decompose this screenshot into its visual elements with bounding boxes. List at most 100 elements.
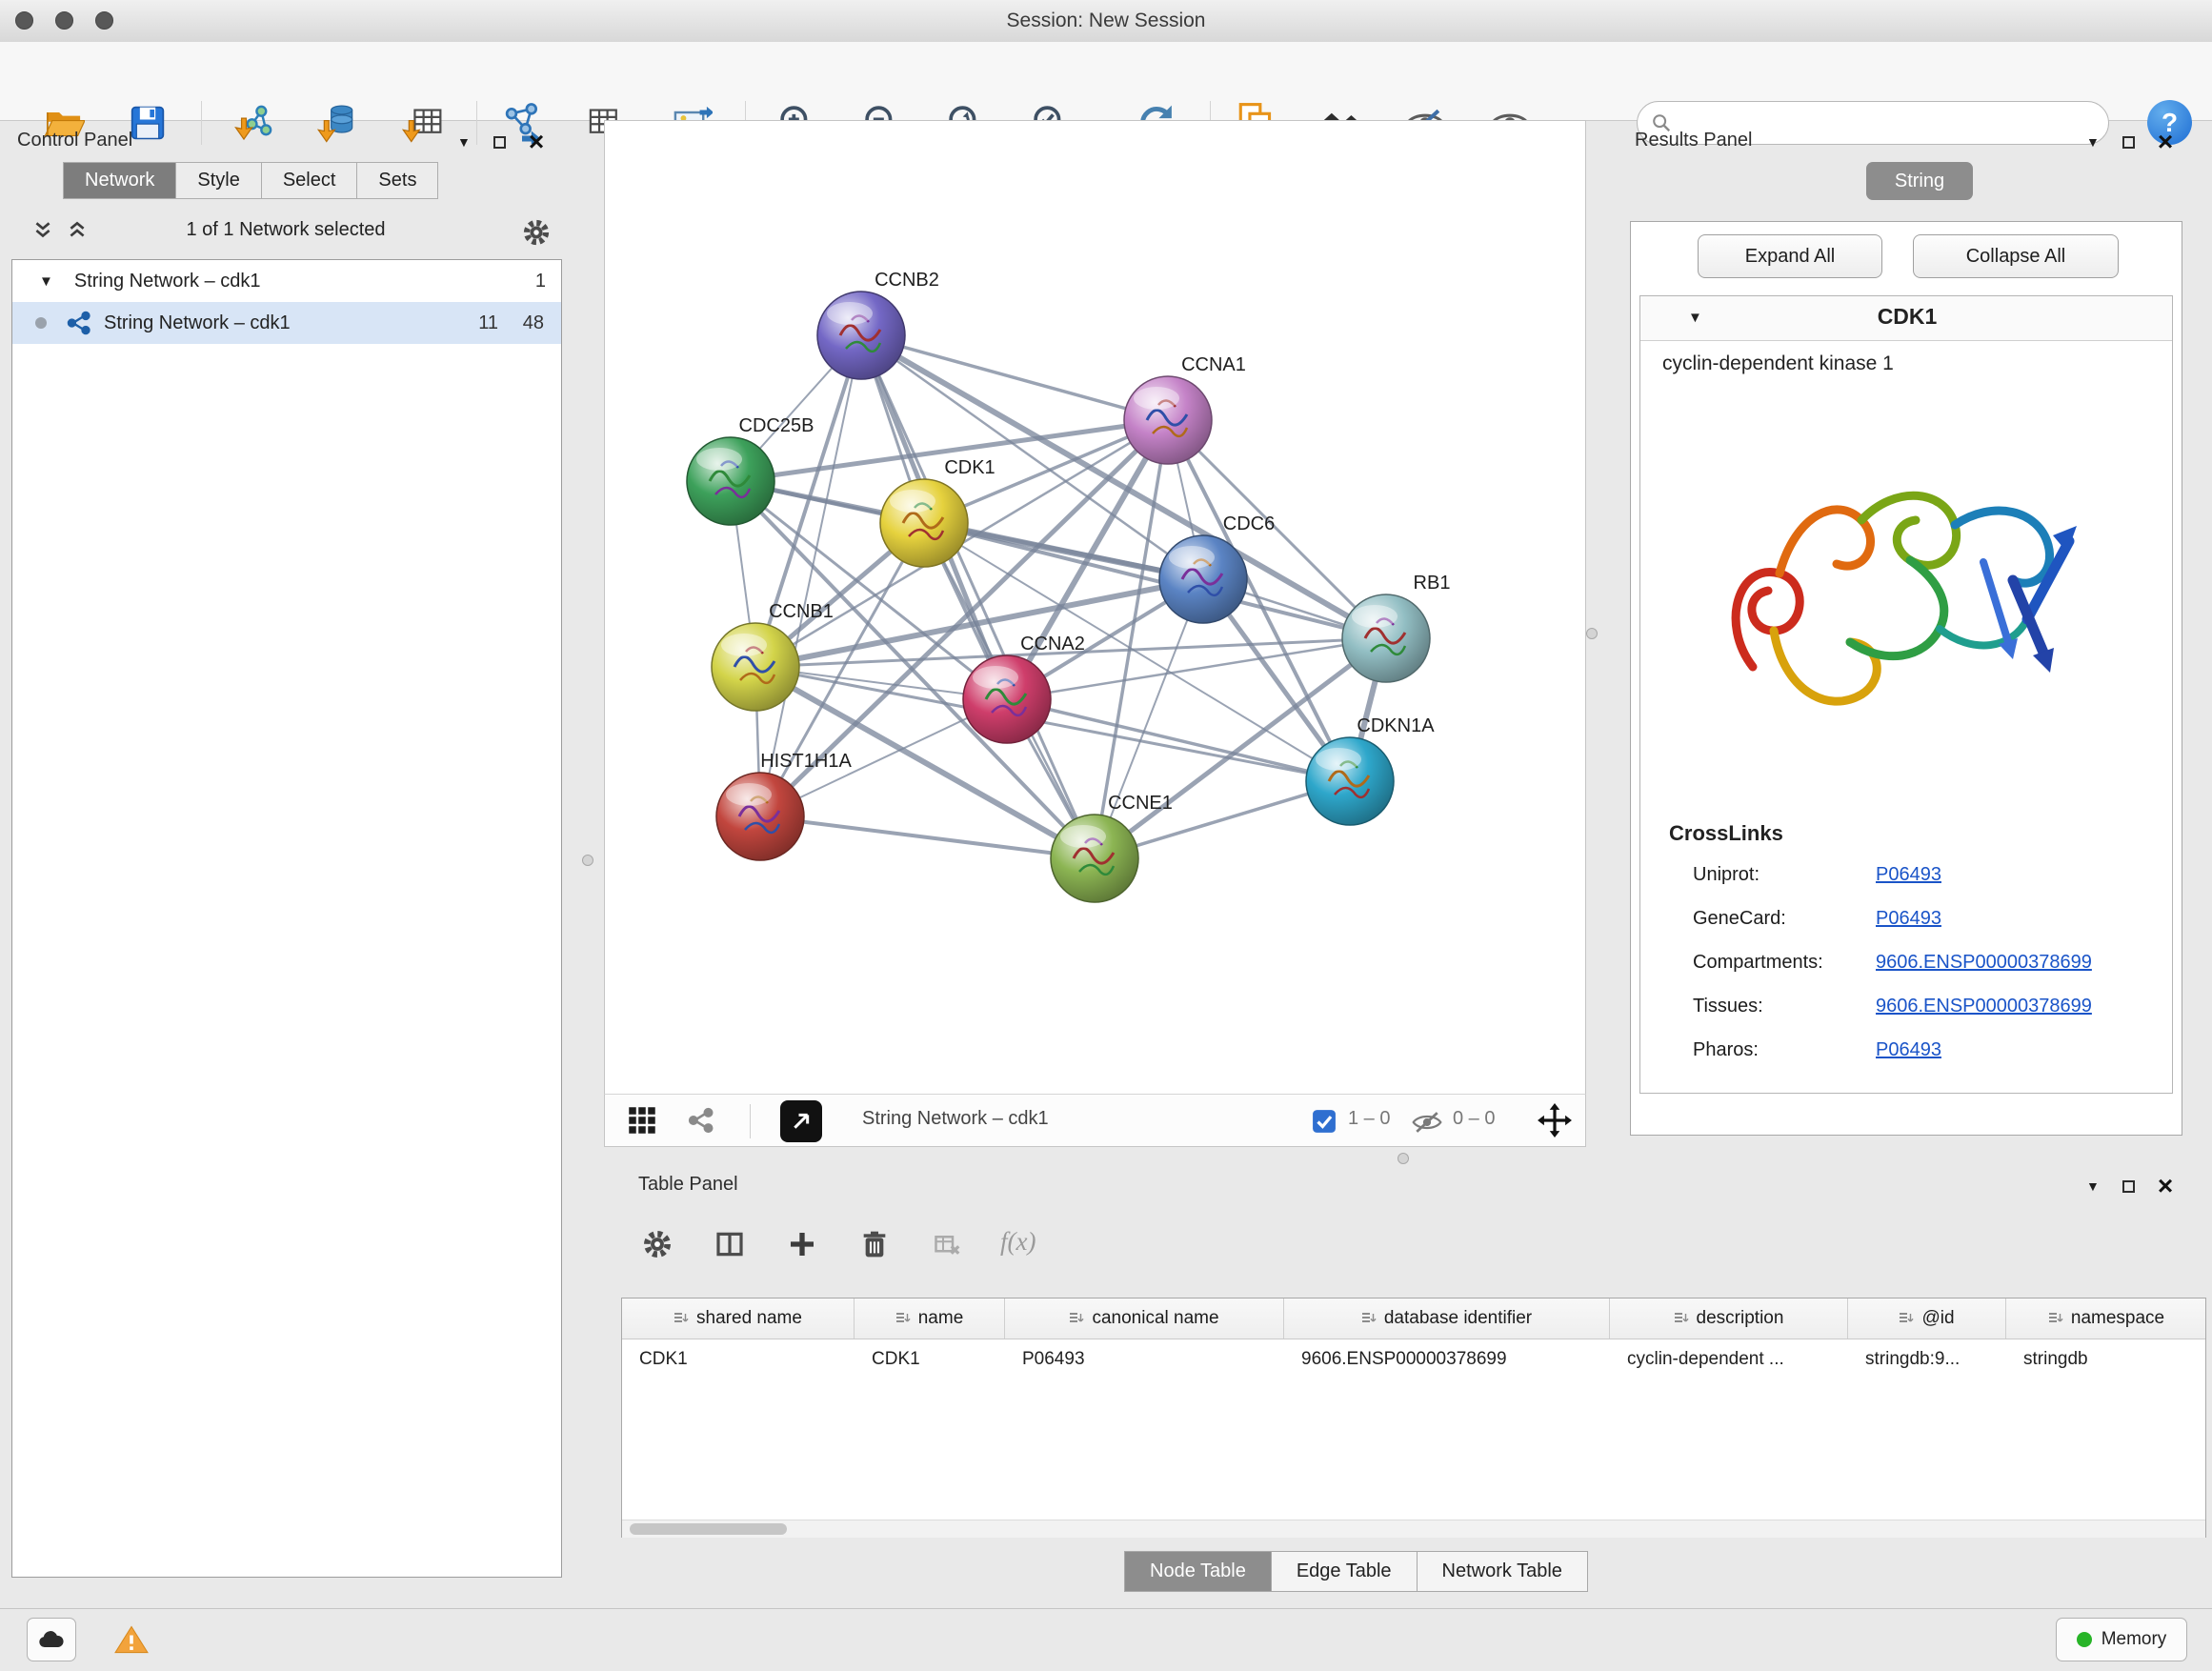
table-cell[interactable]: stringdb	[2006, 1339, 2206, 1379]
panel-close-icon[interactable]: ×	[529, 132, 544, 151]
edge-CDC6-CCNB1[interactable]	[755, 579, 1203, 667]
gene-entry-header[interactable]: ▼ CDK1	[1640, 296, 2172, 341]
hidden-eye-slash-icon[interactable]	[1411, 1110, 1443, 1135]
table-panel-tabs: Node TableEdge TableNetwork Table	[1124, 1551, 1588, 1592]
table-row[interactable]: CDK1CDK1P064939606.ENSP00000378699cyclin…	[622, 1339, 2205, 1379]
network-row-selected[interactable]: String Network – cdk1 11 48	[12, 302, 561, 344]
function-builder-fx-icon: f(x)	[1000, 1227, 1036, 1257]
tab-network-table[interactable]: Network Table	[1418, 1551, 1588, 1592]
collapse-all-button[interactable]: Collapse All	[1913, 234, 2119, 278]
crosslink-link[interactable]: P06493	[1876, 908, 1941, 930]
node-CDK1[interactable]: CDK1	[880, 457, 995, 567]
column-header-namespace[interactable]: namespace	[2006, 1299, 2206, 1339]
column-header-shared-name[interactable]: shared name	[622, 1299, 855, 1339]
control-panel-title: Control Panel	[17, 130, 132, 151]
close-window-icon[interactable]	[15, 11, 33, 30]
vertical-splitter-handle[interactable]	[1586, 628, 1598, 639]
table-cell[interactable]: 9606.ENSP00000378699	[1284, 1339, 1610, 1379]
title-bar: Session: New Session	[0, 0, 2212, 43]
panel-close-icon[interactable]: ×	[2158, 1177, 2173, 1196]
cloud-task-icon[interactable]	[27, 1618, 76, 1661]
column-header-canonical-name[interactable]: canonical name	[1005, 1299, 1284, 1339]
open-in-new-window-icon[interactable]	[780, 1100, 822, 1142]
crosslink-link[interactable]: P06493	[1876, 864, 1941, 886]
birds-eye-view-grid-icon[interactable]	[628, 1106, 656, 1135]
network-selection-row: 1 of 1 Network selected	[0, 211, 572, 255]
node-CCNA1[interactable]: CCNA1	[1124, 354, 1246, 464]
network-canvas[interactable]: CCNB2CCNA1CDC25BCDK1CDC6RB1CCNB1CCNA2CDK…	[604, 120, 1586, 1096]
panel-close-icon[interactable]: ×	[2158, 132, 2173, 151]
show-columns-icon[interactable]	[714, 1229, 745, 1259]
table-cell[interactable]: stringdb:9...	[1848, 1339, 2006, 1379]
crosslink-link[interactable]: P06493	[1876, 1039, 1941, 1061]
node-HIST1H1A[interactable]: HIST1H1A	[716, 751, 852, 860]
minimize-window-icon[interactable]	[55, 11, 73, 30]
selected-checkbox-icon[interactable]	[1312, 1109, 1337, 1134]
maximize-window-icon[interactable]	[95, 11, 113, 30]
panel-menu-icon[interactable]: ▼	[2086, 1178, 2100, 1194]
vertical-splitter-handle[interactable]	[582, 855, 593, 866]
edge-CCNB2-HIST1H1A[interactable]	[760, 335, 861, 816]
main-toolbar: ?	[0, 42, 2212, 121]
pan-move-icon[interactable]	[1537, 1102, 1573, 1138]
panel-float-icon[interactable]	[2122, 1180, 2135, 1193]
table-cell[interactable]: CDK1	[855, 1339, 1005, 1379]
warning-icon[interactable]	[107, 1618, 156, 1661]
crosslink-row: GeneCard:P06493	[1639, 896, 2173, 940]
table-cell[interactable]: CDK1	[622, 1339, 855, 1379]
table-cell[interactable]: cyclin-dependent ...	[1610, 1339, 1848, 1379]
tab-select[interactable]: Select	[262, 162, 358, 199]
toolbar-separator	[201, 101, 202, 145]
strip-separator	[750, 1104, 751, 1138]
application-window: Session: New Session	[0, 0, 2212, 1671]
node-label-CDKN1A: CDKN1A	[1357, 715, 1435, 736]
crosslink-row: Compartments:9606.ENSP00000378699	[1639, 940, 2173, 984]
tab-edge-table[interactable]: Edge Table	[1272, 1551, 1418, 1592]
tab-network[interactable]: Network	[63, 162, 176, 199]
column-header-name[interactable]: name	[855, 1299, 1005, 1339]
column-header-@id[interactable]: @id	[1848, 1299, 2006, 1339]
network-options-gear-icon[interactable]	[522, 218, 551, 247]
crosslink-label: GeneCard:	[1693, 908, 1876, 930]
panel-float-icon[interactable]	[493, 136, 506, 149]
create-column-plus-icon[interactable]	[787, 1229, 817, 1259]
import-network-from-database-icon[interactable]	[312, 97, 364, 149]
panel-float-icon[interactable]	[2122, 136, 2135, 149]
edge-CCNB2-CCNA1[interactable]	[861, 335, 1168, 420]
crosslink-link[interactable]: 9606.ENSP00000378699	[1876, 952, 2092, 974]
table-cell[interactable]: P06493	[1005, 1339, 1284, 1379]
panel-menu-icon[interactable]: ▼	[2086, 134, 2100, 150]
selected-counter: 1 – 0	[1348, 1108, 1390, 1130]
table-horizontal-scrollbar[interactable]	[622, 1520, 2205, 1538]
scrollbar-thumb[interactable]	[630, 1523, 787, 1535]
tab-style[interactable]: Style	[176, 162, 261, 199]
hidden-counter: 0 – 0	[1453, 1108, 1495, 1130]
network-collection-row[interactable]: ▼ String Network – cdk1 1	[12, 260, 561, 302]
tab-node-table[interactable]: Node Table	[1124, 1551, 1272, 1592]
tree-expander-icon[interactable]: ▼	[39, 273, 53, 290]
status-bar: Memory	[0, 1608, 2212, 1671]
control-panel-window-controls: ▼ ×	[457, 128, 544, 156]
table-settings-gear-icon[interactable]	[642, 1229, 673, 1259]
import-table-from-file-icon[interactable]	[397, 97, 449, 149]
crosslink-link[interactable]: 9606.ENSP00000378699	[1876, 996, 2092, 1017]
collapse-entry-icon[interactable]: ▼	[1688, 310, 1702, 326]
node-RB1[interactable]: RB1	[1342, 573, 1450, 682]
expand-all-button[interactable]: Expand All	[1698, 234, 1882, 278]
import-network-from-file-icon[interactable]	[229, 97, 280, 149]
node-table: shared namenamecanonical namedatabase id…	[621, 1298, 2206, 1538]
panel-menu-icon[interactable]: ▼	[457, 134, 471, 150]
crosslinks-list: Uniprot:P06493GeneCard:P06493Compartment…	[1639, 853, 2173, 1072]
column-header-database-identifier[interactable]: database identifier	[1284, 1299, 1610, 1339]
share-network-icon[interactable]	[687, 1106, 715, 1135]
memory-button[interactable]: Memory	[2056, 1618, 2187, 1661]
horizontal-splitter-handle[interactable]	[1398, 1153, 1409, 1164]
edge-HIST1H1A-CCNE1[interactable]	[760, 816, 1095, 858]
node-CCNB2[interactable]: CCNB2	[817, 270, 939, 379]
edge-CCNB2-CCNE1[interactable]	[861, 335, 1095, 858]
delete-column-trash-icon[interactable]	[859, 1229, 890, 1259]
results-tab-string[interactable]: String	[1866, 162, 1973, 200]
tab-sets[interactable]: Sets	[357, 162, 438, 199]
column-header-description[interactable]: description	[1610, 1299, 1848, 1339]
string-network-icon	[66, 310, 92, 336]
